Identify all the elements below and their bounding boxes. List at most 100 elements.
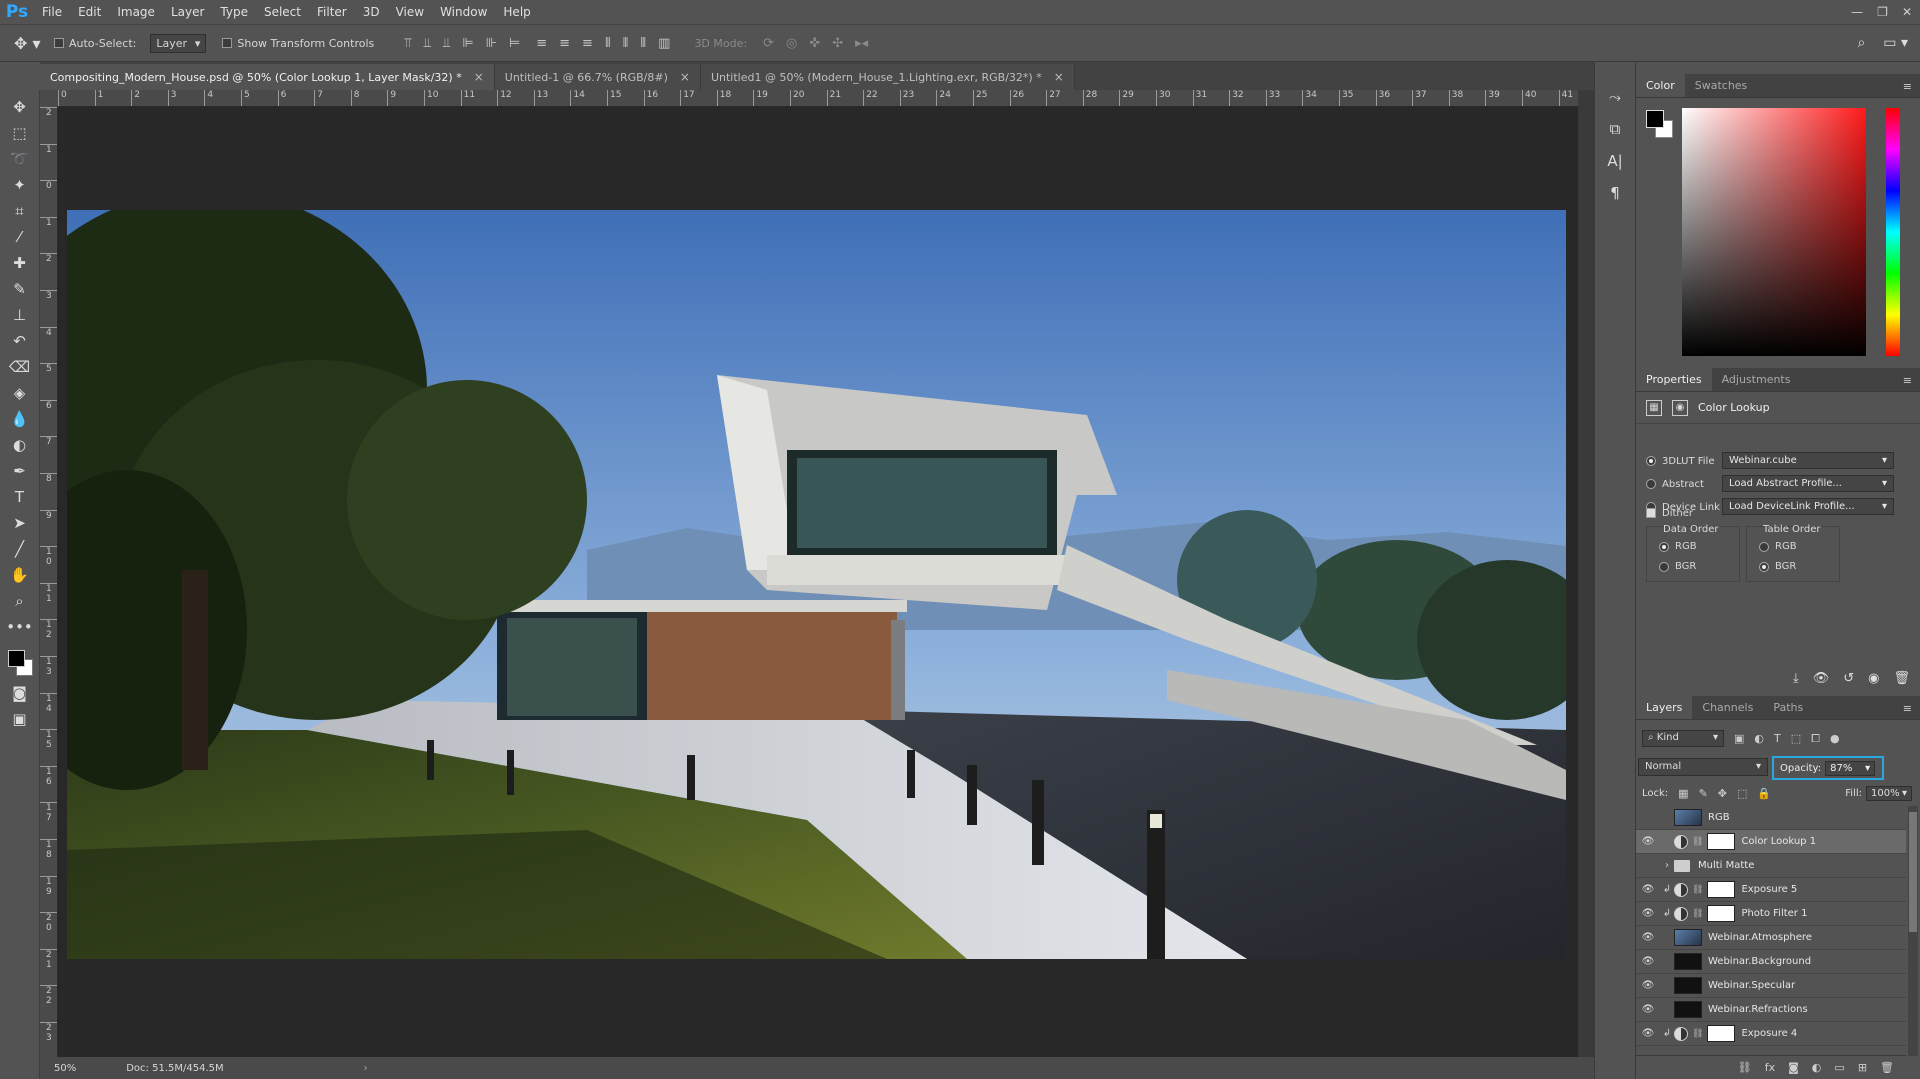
tab-adjustments[interactable]: Adjustments <box>1712 368 1801 391</box>
radio-button[interactable] <box>1646 479 1656 489</box>
foreground-color-swatch[interactable] <box>7 650 25 667</box>
document-tab[interactable]: Untitled-1 @ 66.7% (RGB/8#) × <box>494 64 701 90</box>
new-adjustment-icon[interactable]: ◐ <box>1812 1061 1822 1074</box>
clip-to-layer-icon[interactable]: ⤓ <box>1793 671 1799 686</box>
vertical-ruler[interactable]: 2101234567891 01 11 21 31 41 51 61 71 81… <box>40 107 58 1057</box>
layer-name[interactable]: Webinar.Specular <box>1708 980 1795 991</box>
eraser-tool-icon[interactable]: ⌫ <box>6 354 34 380</box>
tab-color[interactable]: Color <box>1636 74 1685 97</box>
data-order-rgb[interactable]: RGB <box>1659 541 1697 552</box>
type-filter-icon[interactable]: T <box>1774 732 1781 746</box>
layer-thumbnail[interactable] <box>1674 1001 1702 1018</box>
link-layers-icon[interactable]: ⛓ <box>1738 1061 1752 1074</box>
new-layer-icon[interactable]: ⊞ <box>1858 1061 1867 1074</box>
clone-stamp-tool-icon[interactable]: ⊥ <box>6 302 34 328</box>
menu-file[interactable]: File <box>34 0 70 24</box>
distribute-hcenter-icon[interactable]: ⦀ <box>623 36 629 51</box>
menu-window[interactable]: Window <box>432 0 495 24</box>
brush-tool-icon[interactable]: ✎ <box>6 276 34 302</box>
layer-name[interactable]: Color Lookup 1 <box>1741 836 1816 847</box>
3d-roll-icon[interactable]: ◎ <box>786 36 797 51</box>
3d-orbit-icon[interactable]: ⟳ <box>763 36 774 51</box>
layer-row[interactable]: 👁 ↲ ⛓ Photo Filter 1 <box>1636 902 1906 926</box>
mask-icon[interactable]: ◉ <box>1672 399 1688 416</box>
lock-image-icon[interactable]: ✎ <box>1699 787 1708 800</box>
layer-row[interactable]: 👁 ↲ ⛓ Exposure 4 <box>1636 1022 1906 1046</box>
layer-row[interactable]: 👁 Webinar.Background <box>1636 950 1906 974</box>
panel-menu-icon[interactable]: ≡ <box>1903 374 1912 387</box>
lock-all-icon[interactable]: 🔒 <box>1757 787 1771 800</box>
layer-style-icon[interactable]: fx <box>1765 1061 1775 1074</box>
tab-swatches[interactable]: Swatches <box>1685 74 1758 97</box>
align-bottom-icon[interactable]: ⫫ <box>443 36 450 51</box>
magic-wand-tool-icon[interactable]: ✦ <box>6 172 34 198</box>
distribute-vcenter-icon[interactable]: ≡ <box>559 36 570 51</box>
lut-dropdown[interactable]: Load Abstract Profile... ▾ <box>1722 475 1894 492</box>
history-brush-tool-icon[interactable]: ↶ <box>6 328 34 354</box>
layer-name[interactable]: Webinar.Atmosphere <box>1708 932 1812 943</box>
auto-select-dropdown[interactable]: Layer ▾ <box>150 33 207 53</box>
move-tool-icon[interactable]: ✥ ▾ <box>14 34 54 53</box>
marquee-tool-icon[interactable]: ⬚ <box>6 120 34 146</box>
grid-icon[interactable]: ▦ <box>1646 399 1662 416</box>
layer-name[interactable]: Photo Filter 1 <box>1741 908 1807 919</box>
lock-artboard-icon[interactable]: ⬚ <box>1737 787 1747 800</box>
zoom-level[interactable]: 50% <box>54 1063 76 1074</box>
radio-button[interactable] <box>1759 561 1769 572</box>
layer-mask-thumbnail[interactable] <box>1707 905 1736 922</box>
radio-button[interactable] <box>1659 561 1669 572</box>
lock-transparent-icon[interactable]: ▦ <box>1678 787 1688 800</box>
layer-row[interactable]: 👁 ⛓ Color Lookup 1 <box>1636 830 1906 854</box>
menu-edit[interactable]: Edit <box>70 0 109 24</box>
layer-name[interactable]: Exposure 4 <box>1741 1028 1797 1039</box>
menu-select[interactable]: Select <box>256 0 309 24</box>
lock-position-icon[interactable]: ✥ <box>1718 787 1727 800</box>
align-top-icon[interactable]: ⫪ <box>404 36 411 51</box>
color-swatches[interactable] <box>5 648 35 680</box>
distribute-left-icon[interactable]: ⦀ <box>605 36 611 51</box>
eye-icon[interactable]: 👁 <box>1636 932 1660 943</box>
expand-arrow-icon[interactable]: › <box>1660 860 1674 871</box>
close-tab-icon[interactable]: × <box>1054 70 1064 84</box>
menu-3d[interactable]: 3D <box>355 0 388 24</box>
lut-option-row[interactable]: 3DLUT File <box>1646 452 1714 470</box>
healing-brush-tool-icon[interactable]: ✚ <box>6 250 34 276</box>
align-left-icon[interactable]: ⊫ <box>462 36 473 51</box>
screen-mode-icon[interactable]: ▣ <box>6 706 34 732</box>
layer-row[interactable]: 👁 Webinar.Specular <box>1636 974 1906 998</box>
auto-select-checkbox[interactable]: Auto-Select: <box>54 37 136 50</box>
menu-type[interactable]: Type <box>212 0 256 24</box>
lut-option-row[interactable]: Abstract <box>1646 475 1704 493</box>
dither-checkbox[interactable]: Dither <box>1646 504 1693 522</box>
trash-icon[interactable]: 🗑 <box>1880 1061 1894 1074</box>
eye-icon[interactable]: 👁 <box>1636 836 1660 847</box>
align-vcenter-icon[interactable]: ⫫ <box>424 36 431 51</box>
document-tab[interactable]: Compositing_Modern_House.psd @ 50% (Colo… <box>40 64 495 90</box>
layer-row[interactable]: 👁 ↲ ⛓ Exposure 5 <box>1636 878 1906 902</box>
close-icon[interactable]: ✕ <box>1902 5 1912 19</box>
opacity-input[interactable]: 87% ▾ <box>1825 760 1876 776</box>
menu-help[interactable]: Help <box>495 0 538 24</box>
align-right-icon[interactable]: ⊨ <box>509 36 520 51</box>
add-mask-icon[interactable]: ◙ <box>1788 1061 1799 1074</box>
pen-tool-icon[interactable]: ✒ <box>6 458 34 484</box>
blur-tool-icon[interactable]: 💧 <box>6 406 34 432</box>
status-menu-icon[interactable]: › <box>364 1063 368 1074</box>
path-selection-tool-icon[interactable]: ➤ <box>6 510 34 536</box>
layers-scrollbar[interactable] <box>1908 806 1918 1056</box>
radio-button[interactable] <box>1759 541 1769 552</box>
eye-icon[interactable]: 👁 <box>1636 956 1660 967</box>
lut-dropdown[interactable]: Webinar.cube ▾ <box>1722 452 1894 469</box>
layer-name[interactable]: RGB <box>1708 812 1730 823</box>
3d-scale-icon[interactable]: ▸◂ <box>855 36 868 51</box>
blend-mode-dropdown[interactable]: Normal ▾ <box>1638 758 1768 776</box>
trash-icon[interactable]: 🗑 <box>1893 671 1910 686</box>
data-order-bgr[interactable]: BGR <box>1659 561 1696 572</box>
show-transform-checkbox[interactable]: Show Transform Controls <box>222 37 374 50</box>
restore-icon[interactable]: ❐ <box>1877 5 1888 19</box>
history-panel-icon[interactable]: ⤳ <box>1602 84 1628 110</box>
layer-row[interactable]: 👁 Webinar.Refractions <box>1636 998 1906 1022</box>
tab-paths[interactable]: Paths <box>1763 696 1813 719</box>
workspace-icon[interactable]: ▭ ▾ <box>1883 35 1908 51</box>
paint-bucket-tool-icon[interactable]: ◈ <box>6 380 34 406</box>
